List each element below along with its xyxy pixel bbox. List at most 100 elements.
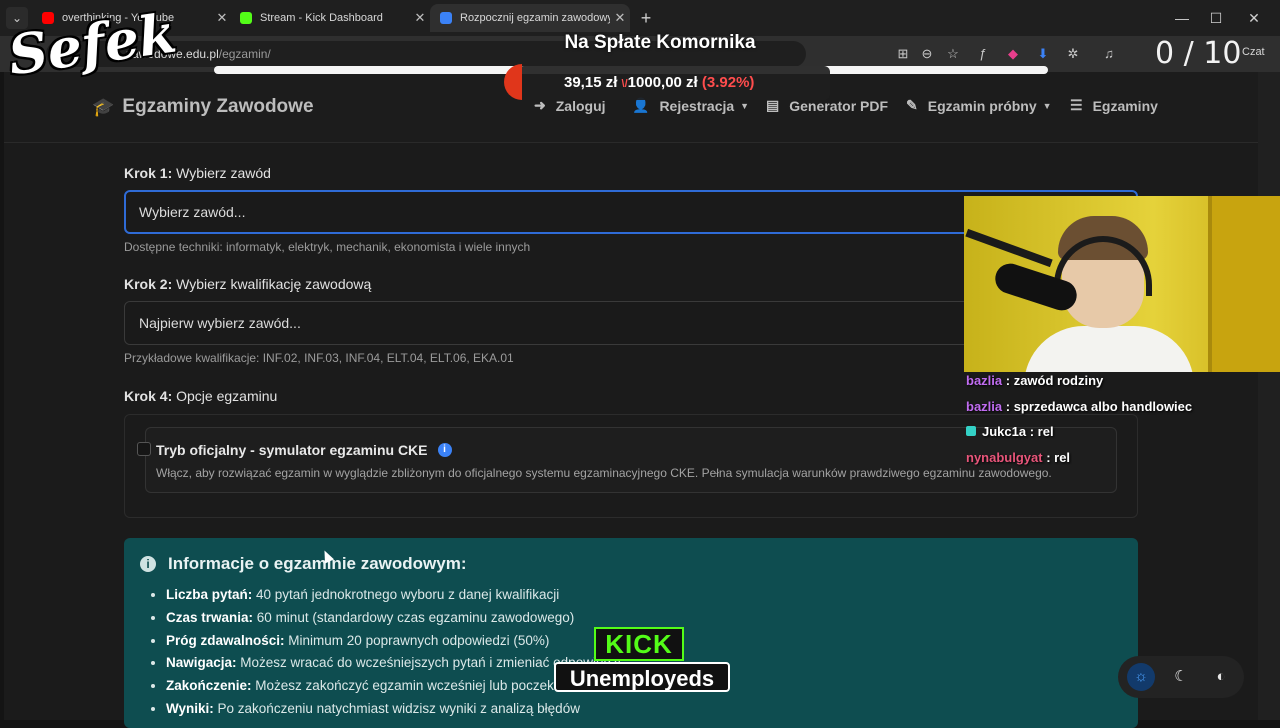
sun-icon[interactable]: ☼ [1127, 663, 1155, 691]
step-text: Wybierz kwalifikację zawodową [176, 276, 372, 292]
list-item: Wyniki: Po zakończeniu natychmiast widzi… [166, 698, 621, 721]
tab-label: Rozpocznij egzamin zawodowy on [460, 12, 610, 24]
donation-amounts: 39,15 zł \/1000,00 zł (3.92%) [564, 74, 754, 91]
chat-message: Jukc1a : rel [966, 419, 1276, 445]
chat-overlay: bazlia : zawód rodziny bazlia : sprzedaw… [966, 368, 1276, 470]
webcam-door [1208, 196, 1280, 372]
step4-label: Krok 4: Opcje egzaminu [124, 388, 277, 404]
nav-exams[interactable]: ☰ Egzaminy [1070, 97, 1158, 114]
moon-icon[interactable]: ☾ [1167, 663, 1195, 691]
list-item: Zakończenie: Możesz zakończyć egzamin wc… [166, 675, 621, 698]
tab-bar: ⌄ overthinking - YouTube ✕ Stream - Kick… [0, 0, 1280, 36]
contrast-icon[interactable]: ◐ [1207, 663, 1235, 691]
step2-label: Krok 2: Wybierz kwalifikację zawodową [124, 276, 371, 292]
maximize-button[interactable]: ☐ [1206, 8, 1226, 28]
tab-exam[interactable]: Rozpocznij egzamin zawodowy on ✕ [430, 4, 630, 32]
step-text: Opcje egzaminu [176, 388, 278, 404]
edit-icon: ✎ [906, 97, 918, 113]
caret-down-icon: ▼ [740, 100, 750, 111]
kick-tagline: Unemployeds [554, 662, 730, 692]
step1-help: Dostępne techniki: informatyk, elektryk,… [124, 240, 531, 254]
official-mode-desc: Włącz, aby rozwiązać egzamin w wyglądzie… [156, 466, 1052, 480]
star-icon[interactable]: ☆ [942, 43, 964, 65]
step-prefix: Krok 1: [124, 165, 173, 181]
item-key: Zakończenie: [166, 678, 252, 694]
graduation-cap-icon: 🎓 [92, 96, 115, 117]
donation-goal-title: Na Spłate Komornika [564, 32, 756, 53]
new-tab-button[interactable]: + [636, 8, 656, 28]
info-list: Liczba pytań: 40 pytań jednokrotnego wyb… [152, 584, 621, 721]
item-value: 60 minut (standardowy czas egzaminu zawo… [256, 609, 575, 625]
music-icon[interactable]: ♫ [1098, 43, 1120, 65]
chat-message: bazlia : zawód rodziny [966, 373, 1104, 388]
download-icon[interactable]: ⬇ [1032, 43, 1054, 65]
site-icon [440, 12, 452, 24]
item-key: Wyniki: [166, 700, 214, 716]
apps-icon[interactable]: ⊞ [892, 43, 914, 65]
puzzle-icon[interactable]: ✲ [1062, 43, 1084, 65]
sub-badge-icon [966, 426, 976, 436]
extension-icon[interactable]: ◆ [1002, 43, 1024, 65]
close-icon[interactable]: ✕ [410, 10, 430, 26]
minimize-button[interactable]: — [1172, 8, 1192, 28]
step2-help: Przykładowe kwalifikacje: INF.02, INF.03… [124, 351, 514, 365]
font-icon[interactable]: ƒ [972, 43, 994, 65]
item-key: Nawigacja: [166, 655, 237, 671]
chat-text: rel [1037, 424, 1054, 439]
close-icon[interactable]: ✕ [212, 10, 232, 26]
step-prefix: Krok 4: [124, 388, 173, 404]
item-key: Próg zdawalności: [166, 632, 285, 648]
chat-message: nynabulgyat : rel [966, 449, 1071, 465]
item-value: Możesz zakończyć egzamin wcześniej lub p… [255, 678, 569, 694]
chat-label[interactable]: Czat [1242, 46, 1265, 58]
close-window-button[interactable]: ✕ [1244, 8, 1264, 28]
item-value: Po zakończeniu natychmiast widzisz wynik… [217, 700, 580, 716]
nav-practice-exam[interactable]: ✎ Egzamin próbny ▼ [906, 97, 1052, 114]
item-value: Minimum 20 poprawnych odpowiedzi (50%) [288, 632, 550, 648]
step-text: Wybierz zawód [176, 165, 271, 181]
url-path: /egzamin/ [218, 47, 271, 61]
follower-counter: 0 / 10 [1155, 36, 1242, 71]
donation-percent: (3.92%) [701, 74, 755, 91]
info-circle-icon: i [140, 556, 156, 572]
chat-text: zawód rodziny [1013, 373, 1104, 388]
chat-message: bazlia : sprzedawca albo handlowiec [966, 398, 1193, 414]
item-value: 40 pytań jednokrotnego wyboru z danej kw… [256, 587, 560, 602]
tab-kick-dashboard[interactable]: Stream - Kick Dashboard ✕ [230, 4, 430, 32]
list-item: Próg zdawalności: Minimum 20 poprawnych … [166, 630, 621, 653]
site-brand[interactable]: 🎓 Egzaminy Zawodowe [92, 96, 314, 118]
info-icon[interactable]: i [437, 443, 452, 457]
chat-user: bazlia [966, 373, 1003, 388]
list-item: Nawigacja: Możesz wracać do wcześniejszy… [166, 652, 621, 675]
tab-label: Stream - Kick Dashboard [260, 12, 383, 24]
chat-text: rel [1054, 449, 1071, 465]
chat-text: sprzedawca albo handlowiec [1013, 398, 1193, 414]
nav-label: Egzaminy [1092, 97, 1158, 114]
webcam-feed [964, 196, 1280, 372]
read-mode-icon[interactable]: ⊖ [916, 43, 938, 65]
nav-label: Egzamin próbny [927, 97, 1037, 114]
official-mode-title: Tryb oficjalny - symulator egzaminu CKE … [156, 442, 452, 458]
kick-logo: KICK [594, 627, 684, 661]
donation-current: 39,15 zł [564, 74, 618, 91]
step1-label: Krok 1: Wybierz zawód [124, 165, 271, 181]
close-icon[interactable]: ✕ [610, 10, 630, 26]
list-item: Czas trwania: 60 minut (standardowy czas… [166, 607, 621, 630]
item-key: Czas trwania: [166, 609, 254, 625]
item-key: Liczba pytań: [166, 587, 253, 602]
chat-user: Jukc1a [982, 424, 1027, 439]
step-prefix: Krok 2: [124, 276, 173, 292]
donation-goal: 1000,00 zł [627, 74, 698, 91]
official-mode-checkbox[interactable] [137, 442, 151, 456]
theme-switcher: ☼ ☾ ◐ [1118, 656, 1244, 698]
kick-icon [240, 12, 252, 24]
list-icon: ☰ [1070, 97, 1083, 113]
info-title-text: Informacje o egzaminie zawodowym: [168, 554, 467, 573]
list-item: Liczba pytań: 40 pytań jednokrotnego wyb… [166, 584, 621, 607]
chat-user: bazlia [966, 398, 1003, 414]
info-title: i Informacje o egzaminie zawodowym: [140, 554, 467, 574]
chat-user: nynabulgyat [966, 449, 1043, 465]
caret-down-icon: ▼ [1042, 100, 1052, 111]
official-mode-label: Tryb oficjalny - symulator egzaminu CKE [156, 442, 428, 458]
brand-label: Egzaminy Zawodowe [122, 96, 314, 117]
